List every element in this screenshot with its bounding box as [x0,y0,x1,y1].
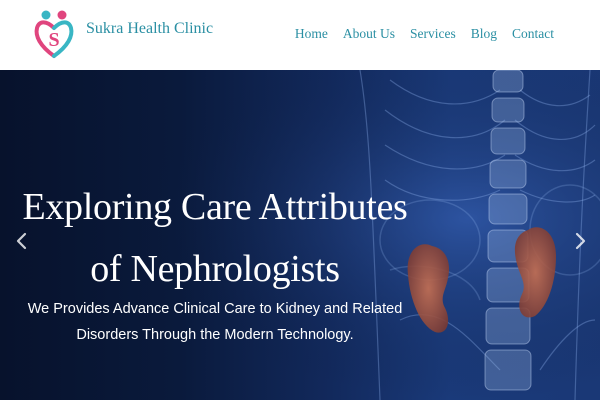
nav-item-home[interactable]: Home [295,26,328,42]
chevron-left-icon[interactable] [14,231,30,251]
hero-subtitle-line-2: Disorders Through the Modern Technology. [76,327,354,343]
nav-item-services[interactable]: Services [410,26,456,42]
kidney-xray-illustration [0,70,600,400]
main-nav: Home About Us Services Blog Contact [280,26,554,42]
nav-item-contact[interactable]: Contact [512,26,554,42]
brand-name[interactable]: Sukra Health Clinic [86,20,213,38]
nav-item-blog[interactable]: Blog [471,26,497,42]
hero-title-line-1: Exploring Care Attributes [22,186,408,228]
chevron-right-icon[interactable] [572,231,588,251]
clinic-logo-icon[interactable]: S [32,8,76,60]
hero-slider: Exploring Care Attributes of Nephrologis… [0,70,600,400]
nav-item-about-us[interactable]: About Us [343,26,395,42]
hero-title-line-2: of Nephrologists [90,248,340,290]
page: S Sukra Health Clinic Home About Us Serv… [0,0,600,400]
hero-subtitle-line-1: We Provides Advance Clinical Care to Kid… [27,301,403,317]
svg-text:S: S [48,29,59,51]
site-header: S Sukra Health Clinic Home About Us Serv… [0,0,600,70]
